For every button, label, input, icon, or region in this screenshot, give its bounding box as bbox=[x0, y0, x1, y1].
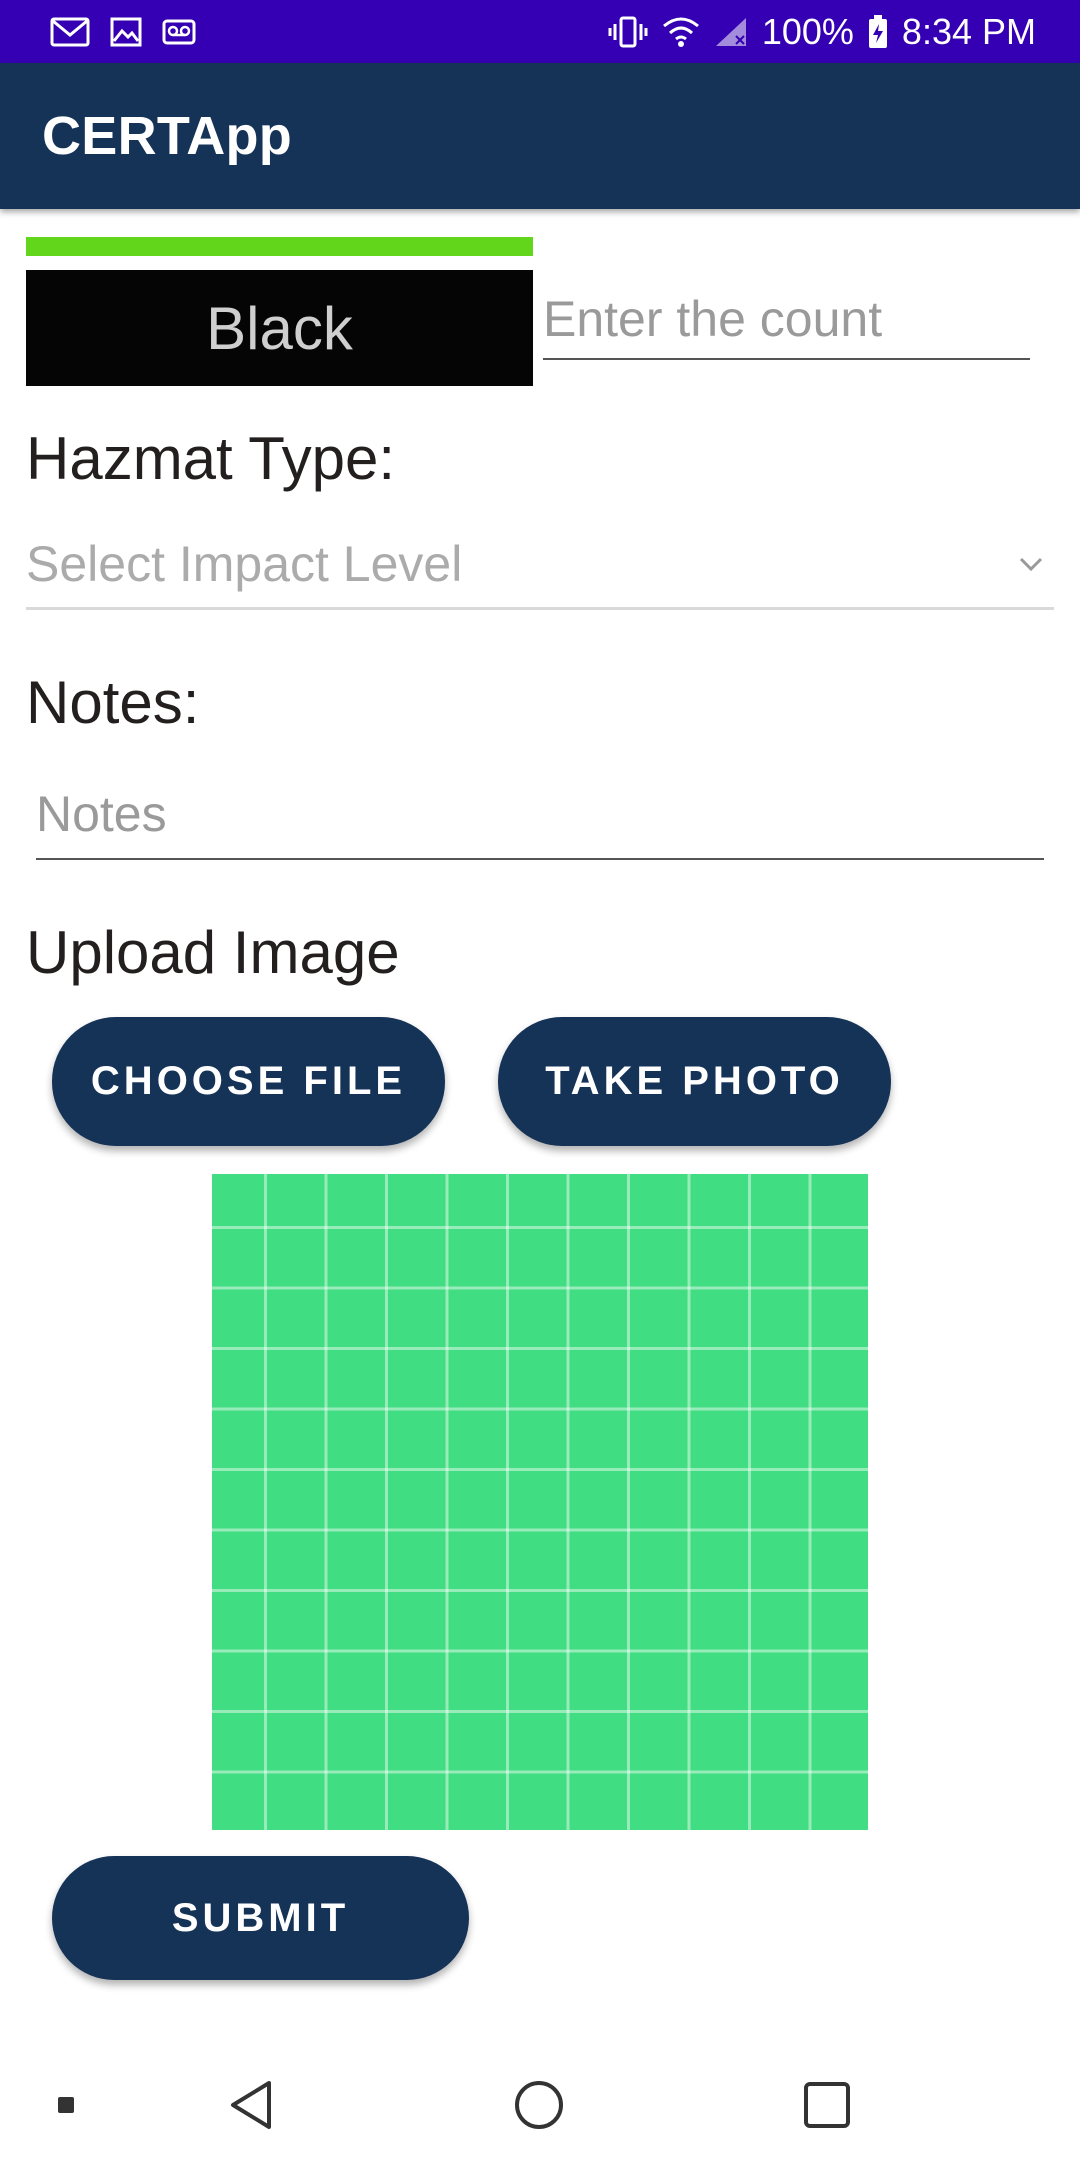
battery-charging-icon bbox=[868, 14, 888, 49]
image-icon bbox=[110, 17, 142, 47]
app-title: CERTApp bbox=[42, 106, 293, 166]
choose-file-button[interactable]: CHOOSE FILE bbox=[52, 1017, 445, 1146]
notes-input[interactable] bbox=[36, 770, 1044, 858]
status-bar: 100% 8:34 PM bbox=[0, 0, 1080, 63]
hazmat-type-label: Hazmat Type: bbox=[26, 425, 396, 492]
count-input[interactable] bbox=[543, 280, 1030, 358]
vibrate-icon bbox=[608, 15, 648, 49]
triage-progress-bar bbox=[26, 237, 533, 256]
chevron-down-icon bbox=[1018, 556, 1044, 572]
gmail-icon bbox=[50, 17, 90, 47]
triage-color-tag[interactable]: Black bbox=[26, 270, 533, 386]
impact-level-selected: Select Impact Level bbox=[26, 535, 463, 592]
wifi-icon bbox=[662, 16, 700, 48]
clock: 8:34 PM bbox=[901, 10, 1036, 52]
back-icon[interactable] bbox=[217, 2070, 287, 2140]
impact-level-dropdown[interactable]: Select Impact Level bbox=[26, 520, 1054, 610]
count-field[interactable] bbox=[543, 280, 1030, 360]
triage-progress-fill bbox=[26, 237, 533, 256]
home-icon[interactable] bbox=[504, 2070, 574, 2140]
notes-label: Notes: bbox=[26, 669, 200, 736]
triage-color-label: Black bbox=[206, 294, 353, 362]
overview-icon[interactable] bbox=[792, 2070, 862, 2140]
voicemail-icon bbox=[162, 19, 196, 45]
recents-dot-icon[interactable] bbox=[31, 2070, 101, 2140]
image-preview bbox=[212, 1174, 868, 1830]
system-nav-bar bbox=[0, 2050, 1080, 2160]
take-photo-button[interactable]: TAKE PHOTO bbox=[498, 1017, 891, 1146]
submit-button[interactable]: SUBMIT bbox=[52, 1856, 469, 1980]
app-bar: CERTApp bbox=[0, 63, 1080, 209]
status-left-icons bbox=[50, 17, 216, 47]
battery-percent: 100% bbox=[761, 10, 854, 52]
cellular-signal-icon bbox=[714, 16, 748, 48]
status-right-icons: 100% 8:34 PM bbox=[594, 11, 1036, 53]
upload-image-label: Upload Image bbox=[26, 919, 400, 986]
screen: 100% 8:34 PM CERTApp Black Hazmat Type: … bbox=[0, 0, 1080, 2160]
notes-field[interactable] bbox=[36, 770, 1044, 860]
